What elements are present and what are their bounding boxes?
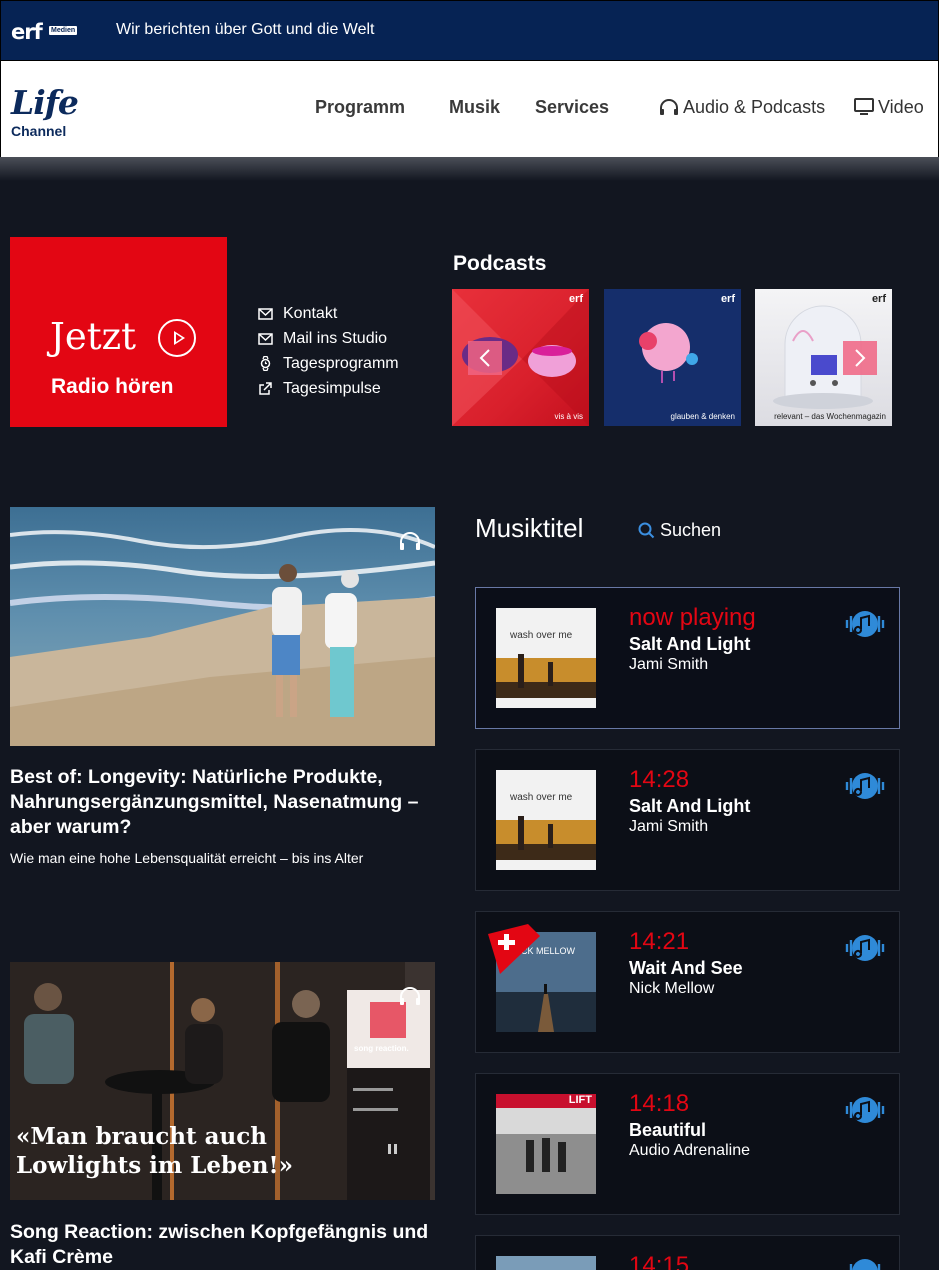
life-channel-logo[interactable]: Life [11,83,79,122]
track-card[interactable]: LIFT 14:18 Beautiful Audio Adrenaline [475,1073,900,1215]
quicklink-mail-studio-label: Mail ins Studio [283,329,388,347]
podcast-erf-logo: erf [568,293,583,305]
erf-logo-badge: Medien [49,26,78,35]
quicklink-kontakt-label: Kontakt [283,304,338,322]
track-time: 14:18 [629,1090,690,1117]
podcast-erf-logo: erf [871,293,886,305]
article-image-beach[interactable] [10,507,435,746]
article-overlay-quote: «Man braucht auch Lowlights im Leben!» [16,1123,293,1179]
headphones-icon [400,987,420,1005]
music-note-icon[interactable] [845,930,885,966]
track-title: Beautiful [629,1120,707,1140]
nav-audio-podcasts-label: Audio & Podcasts [683,97,826,117]
musiktitel-heading: Musiktitel [475,513,584,543]
musiktitel-search-button[interactable]: Suchen [638,520,721,541]
monitor-icon [854,98,874,115]
top-bar: erf Medien Wir berichten über Gott und d… [0,0,939,61]
track-time: 14:15 [629,1252,690,1270]
watch-icon [260,356,271,371]
headphones-icon [400,532,420,550]
album-cover [496,1256,596,1270]
play-icon [158,319,196,357]
track-title: Wait And See [629,958,743,978]
mail-icon [258,307,273,320]
podcasts-heading: Podcasts [453,252,547,275]
quicklinks: Kontakt Mail ins Studio Tagesprogramm Ta… [258,301,399,401]
track-title: Salt And Light [629,634,751,654]
nav-programm[interactable]: Programm [315,97,405,118]
nav-audio-podcasts[interactable]: Audio & Podcasts [659,97,825,118]
podcast-erf-logo: erf [720,293,735,305]
swiss-flag-icon [488,924,540,974]
track-card-now-playing[interactable]: wash over me now playing Salt And Light … [475,587,900,729]
chevron-right-icon [855,349,866,367]
track-card[interactable]: NICK MELLOW 14:21 Wait And See Nick Mell… [475,911,900,1053]
quicklink-tagesprogramm[interactable]: Tagesprogramm [258,351,399,376]
headphones-icon [660,99,678,115]
quicklink-tagesprogramm-label: Tagesprogramm [283,354,399,372]
beach-photo [10,507,435,746]
tagline: Wir berichten über Gott und die Welt [116,21,375,38]
search-label: Suchen [660,520,722,540]
search-icon [638,522,655,539]
article-subtitle-longevity: Wie man eine hohe Lebensqualität erreich… [10,850,364,866]
article-title-longevity[interactable]: Best of: Longevity: Natürliche Produkte,… [10,765,435,840]
album-cover-text: wash over me [510,630,573,641]
album-cover-text: LIFT [568,1094,592,1106]
track-artist: Jami Smith [629,818,709,835]
nav-video[interactable]: Video [854,97,924,118]
album-cover-text: wash over me [510,792,573,803]
track-card[interactable]: 14:15 [475,1235,900,1270]
quicklink-tagesimpulse-label: Tagesimpulse [283,379,381,397]
nav-musik[interactable]: Musik [449,97,500,118]
podcast-prev-button[interactable] [468,341,502,375]
track-card[interactable]: wash over me 14:28 Salt And Light Jami S… [475,749,900,891]
track-title: Salt And Light [629,796,751,816]
podcast-caption: vis à vis [554,412,583,421]
quicklink-mail-studio[interactable]: Mail ins Studio [258,326,399,351]
external-link-icon [259,382,272,395]
album-cover: LIFT [496,1094,596,1194]
album-cover: wash over me [496,608,596,708]
mail-icon [258,332,273,345]
track-artist: Jami Smith [629,656,709,673]
main-header: Life Channel Programm Musik Services Aud… [0,61,939,157]
podcast-next-button[interactable] [843,341,877,375]
nav-services[interactable]: Services [535,97,609,118]
radio-hoeren-button[interactable]: Jetzt Radio hören [10,237,227,427]
quicklink-tagesimpulse[interactable]: Tagesimpulse [258,376,399,401]
music-note-icon[interactable] [845,606,885,642]
music-note-icon[interactable] [845,1254,885,1270]
podcast-cover-art [639,323,698,383]
quicklink-kontakt[interactable]: Kontakt [258,301,399,326]
nav-video-label: Video [878,97,924,117]
track-time: now playing [629,604,756,631]
music-note-icon[interactable] [845,1092,885,1128]
article-title-song-reaction[interactable]: Song Reaction: zwischen Kopfgefängnis un… [10,1220,435,1270]
podcast-caption: relevant – das Wochenmagazin [774,412,886,421]
track-time: 14:21 [629,928,690,955]
song-reaction-inset-label: song reaction. [354,1044,409,1053]
podcast-glauben-denken[interactable]: erf glauben & denken [604,289,741,426]
article-image-song-reaction[interactable]: song reaction. «Man braucht auch Lowligh… [10,962,435,1200]
radio-jetzt-label: Jetzt [50,315,136,358]
track-artist: Audio Adrenaline [629,1142,750,1159]
header-shadow [0,157,939,181]
chevron-left-icon [479,349,490,367]
track-artist: Nick Mellow [629,980,715,997]
podcast-caption: glauben & denken [670,412,736,421]
track-time: 14:28 [629,766,690,793]
radio-hoeren-label: Radio hören [51,375,174,398]
erf-logo[interactable]: erf [11,20,43,44]
life-channel-logo-subtext[interactable]: Channel [11,123,66,139]
music-note-icon[interactable] [845,768,885,804]
album-cover: wash over me [496,770,596,870]
